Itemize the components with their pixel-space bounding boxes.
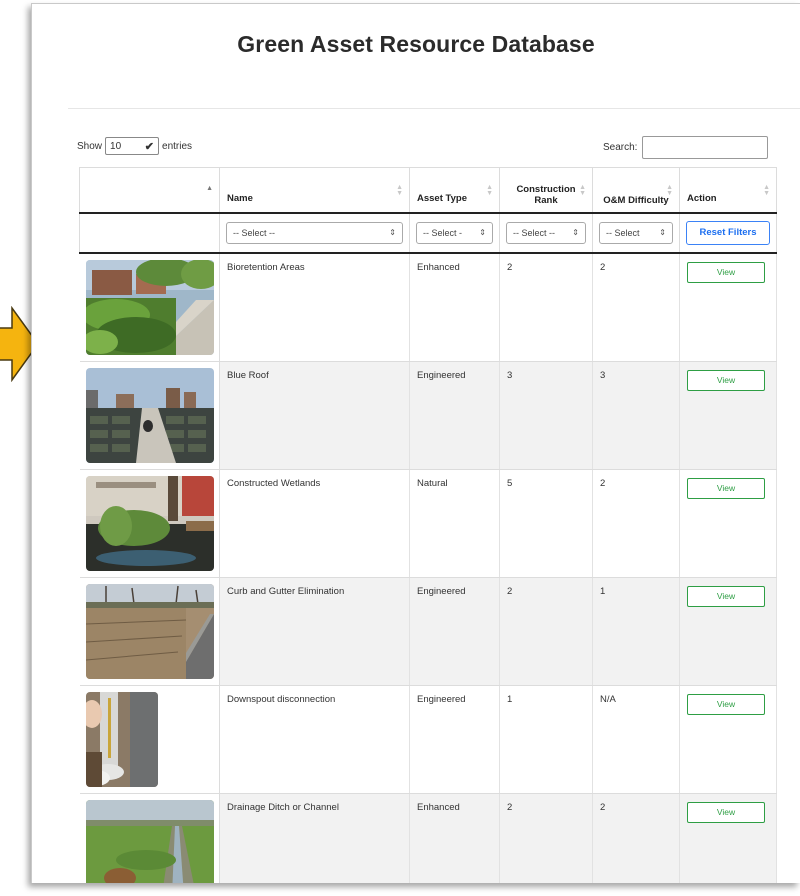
cell-om-difficulty: 2 [592, 252, 680, 362]
updown-icon: ⇕ [389, 228, 396, 237]
entries-length-control: Show 10 ✔ entries [77, 137, 192, 155]
table-row: Drainage Ditch or Channel Enhanced 2 2 V… [79, 793, 777, 883]
cell-name: Blue Roof [219, 361, 410, 470]
filter-value: -- Select - [423, 227, 463, 238]
filter-cell-empty [79, 212, 220, 254]
cell-construction-rank: 2 [499, 793, 593, 883]
search-control: Search: [603, 136, 769, 159]
cell-om-difficulty: 1 [592, 577, 680, 686]
cell-om-difficulty: 3 [592, 361, 680, 470]
chevron-down-icon: ✔ [144, 140, 155, 153]
cell-name: Drainage Ditch or Channel [219, 793, 410, 883]
table-row: Constructed Wetlands Natural 5 2 View [79, 469, 777, 578]
column-header-asset-type[interactable]: Asset Type ▲ ▼ [409, 167, 500, 214]
cell-construction-rank: 1 [499, 685, 593, 794]
view-button[interactable]: View [687, 801, 765, 823]
table-row: Curb and Gutter Elimination Engineered 2… [79, 577, 777, 686]
sort-icon: ▲ ▼ [579, 184, 586, 197]
cell-asset-type: Engineered [409, 685, 500, 794]
page-title: Green Asset Resource Database [237, 31, 595, 57]
title-divider [68, 108, 800, 109]
cell-construction-rank: 5 [499, 469, 593, 578]
cell-om-difficulty: 2 [592, 469, 680, 578]
column-header-om-difficulty[interactable]: O&M Difficulty ▲ ▼ [592, 167, 680, 214]
filter-value: -- Select -- [233, 227, 276, 238]
cell-name: Curb and Gutter Elimination [219, 577, 410, 686]
wetlands-photo [85, 475, 214, 571]
drainage-ditch-photo [85, 799, 214, 883]
cell-construction-rank: 2 [499, 577, 593, 686]
column-header-name[interactable]: Name ▲ ▼ [219, 167, 410, 214]
header-label: Asset Type [417, 192, 467, 204]
name-filter-select[interactable]: -- Select -- ⇕ [226, 221, 403, 244]
search-input[interactable] [642, 136, 769, 159]
view-button[interactable]: View [687, 585, 765, 607]
table-row: Blue Roof Engineered 3 3 View [79, 361, 777, 470]
cell-name: Downspout disconnection [219, 685, 410, 794]
screenshot-frame: Green Asset Resource Database Show 10 ✔ … [31, 3, 800, 883]
sort-icon: ▲ ▼ [666, 184, 673, 197]
sort-icon: ▲ ▼ [763, 184, 770, 197]
header-label: Name [227, 192, 253, 204]
header-label: Action [687, 192, 717, 204]
column-header-action[interactable]: Action ▲ ▼ [679, 167, 777, 214]
asset-table-container: ▲ Name ▲ ▼ Asset Type ▲ ▼ Construction Rank ▲… [79, 167, 777, 883]
cell-asset-type: Natural [409, 469, 500, 578]
view-button[interactable]: View [687, 477, 765, 499]
sort-icon: ▲ ▼ [396, 184, 403, 197]
filter-value: -- Select -- [513, 227, 556, 238]
table-row: Bioretention Areas Enhanced 2 2 View [79, 252, 777, 362]
cell-name: Constructed Wetlands [219, 469, 410, 578]
filter-value: -- Select [606, 227, 640, 238]
sort-asc-icon: ▲ [206, 185, 213, 192]
updown-icon: ⇕ [659, 228, 666, 237]
cell-asset-type: Enhanced [409, 793, 500, 883]
cell-om-difficulty: 2 [592, 793, 680, 883]
cell-construction-rank: 2 [499, 252, 593, 362]
reset-filters-button[interactable]: Reset Filters [686, 220, 770, 245]
column-header-construction-rank[interactable]: Construction Rank ▲ ▼ [499, 167, 593, 214]
cell-asset-type: Enhanced [409, 252, 500, 362]
entries-select-value: 10 [110, 140, 122, 152]
entries-select[interactable]: 10 ✔ [105, 137, 160, 155]
cell-construction-rank: 3 [499, 361, 593, 470]
cell-asset-type: Engineered [409, 577, 500, 686]
cell-om-difficulty: N/A [592, 685, 680, 794]
asset-type-filter-select[interactable]: -- Select - ⇕ [416, 221, 493, 244]
blue-roof-photo [85, 367, 214, 463]
entries-label: entries [162, 140, 193, 152]
curb-gutter-photo [85, 583, 214, 679]
cell-name: Bioretention Areas [219, 252, 410, 362]
filter-row: -- Select -- ⇕ -- Select - ⇕ -- Select -- ⇕… [79, 212, 777, 254]
column-header-image[interactable]: ▲ [79, 167, 220, 214]
search-label: Search: [603, 142, 638, 153]
bioretention-photo [85, 259, 214, 355]
view-button[interactable]: View [687, 369, 765, 391]
updown-icon: ⇕ [479, 228, 486, 237]
view-button[interactable]: View [687, 261, 765, 283]
table-row: Downspout disconnection Engineered 1 N/A… [79, 685, 777, 794]
om-difficulty-filter-select[interactable]: -- Select ⇕ [599, 221, 673, 244]
header-label: Construction Rank [516, 183, 576, 206]
construction-rank-filter-select[interactable]: -- Select -- ⇕ [506, 221, 586, 244]
sort-icon: ▲ ▼ [486, 184, 493, 197]
header-label: O&M Difficulty [603, 194, 669, 206]
downspout-photo [85, 691, 158, 787]
view-button[interactable]: View [687, 693, 765, 715]
asset-table: ▲ Name ▲ ▼ Asset Type ▲ ▼ Construction Rank ▲… [79, 167, 777, 883]
show-label: Show [77, 140, 103, 152]
updown-icon: ⇕ [572, 228, 579, 237]
cell-asset-type: Engineered [409, 361, 500, 470]
